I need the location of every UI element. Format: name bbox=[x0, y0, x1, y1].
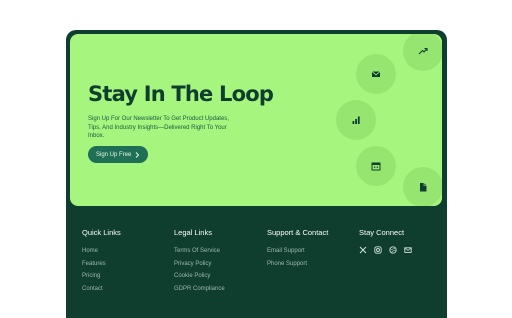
quick-links-column: Quick Links Home Features Pricing Contac… bbox=[82, 228, 121, 295]
legal-links-heading: Legal Links bbox=[174, 228, 212, 237]
bar-chart-circle bbox=[336, 100, 376, 140]
mail-circle bbox=[356, 54, 396, 94]
footer-link-features[interactable]: Features bbox=[82, 258, 121, 271]
support-column: Support & Contact Email Support Phone Su… bbox=[267, 228, 328, 270]
chevron-right-icon bbox=[136, 151, 140, 158]
calendar-icon bbox=[371, 162, 381, 171]
footer-link-gdpr[interactable]: GDPR Compliance bbox=[174, 283, 225, 296]
quick-links-heading: Quick Links bbox=[82, 228, 121, 237]
stay-connect-heading: Stay Connect bbox=[359, 228, 405, 237]
trending-up-circle bbox=[403, 34, 442, 71]
newsletter-hero: Stay In The Loop Sign Up For Our Newslet… bbox=[70, 34, 442, 206]
hero-title: Stay In The Loop bbox=[88, 82, 274, 106]
instagram-icon[interactable] bbox=[374, 246, 382, 254]
hero-description: Sign Up For Our Newsletter To Get Produc… bbox=[88, 116, 229, 140]
legal-links-column: Legal Links Terms Of Service Privacy Pol… bbox=[174, 228, 225, 295]
footer-link-phone-support[interactable]: Phone Support bbox=[267, 258, 328, 271]
footer-link-cookie[interactable]: Cookie Policy bbox=[174, 270, 225, 283]
stay-connect-column: Stay Connect bbox=[359, 228, 412, 254]
bar-chart-icon bbox=[352, 116, 360, 124]
document-circle bbox=[403, 167, 442, 206]
support-heading: Support & Contact bbox=[267, 228, 329, 237]
social-icons bbox=[359, 246, 412, 254]
footer-link-privacy[interactable]: Privacy Policy bbox=[174, 258, 225, 271]
trending-up-icon bbox=[418, 47, 428, 55]
footer-link-terms[interactable]: Terms Of Service bbox=[174, 245, 225, 258]
document-icon bbox=[420, 183, 427, 192]
sign-up-button[interactable]: Sign Up Free bbox=[88, 146, 149, 163]
x-icon[interactable] bbox=[359, 246, 367, 254]
footer-link-email-support[interactable]: Email Support bbox=[267, 245, 328, 258]
footer-link-contact[interactable]: Contact bbox=[82, 283, 121, 296]
calendar-circle bbox=[356, 146, 396, 186]
footer-link-home[interactable]: Home bbox=[82, 245, 121, 258]
dribbble-icon[interactable] bbox=[389, 246, 397, 254]
footer-link-pricing[interactable]: Pricing bbox=[82, 270, 121, 283]
mail-icon[interactable] bbox=[404, 246, 412, 254]
sign-up-label: Sign Up Free bbox=[96, 151, 132, 158]
newsletter-footer-section: Stay In The Loop Sign Up For Our Newslet… bbox=[66, 30, 447, 318]
mail-icon bbox=[371, 71, 381, 77]
